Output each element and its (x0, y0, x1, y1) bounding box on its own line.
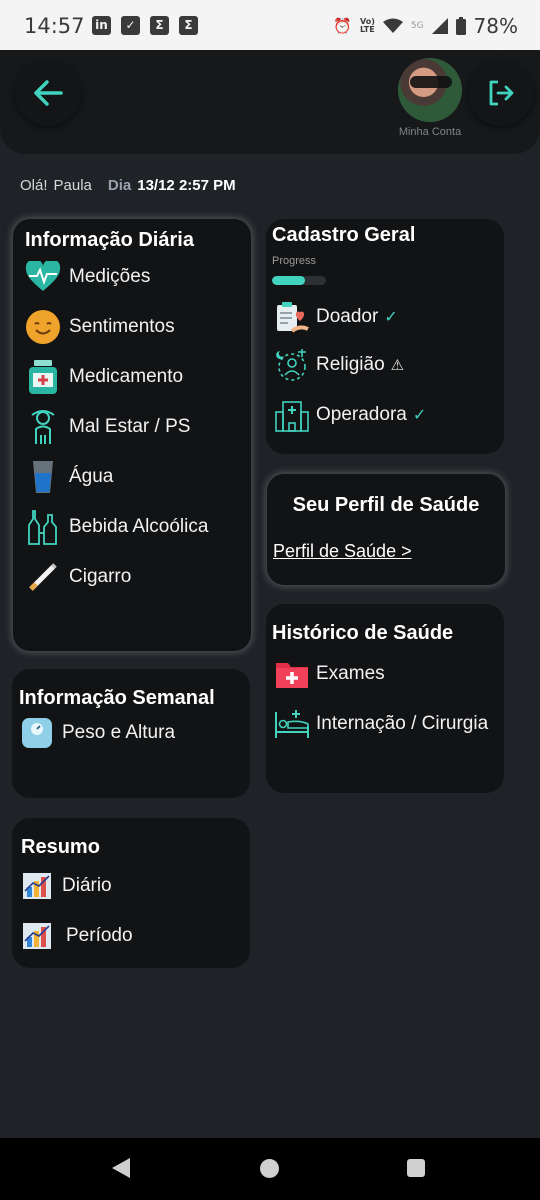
check-icon: ✓ (412, 407, 427, 424)
weekly-item-peso-altura[interactable]: Peso e Altura (20, 715, 175, 751)
daily-item-medicoes[interactable]: Medições (25, 259, 150, 295)
check-icon: ✓ (384, 309, 398, 326)
battery-icon (455, 17, 466, 35)
arrow-left-icon (34, 80, 63, 106)
daily-item-label: Medições (69, 266, 151, 287)
registry-item-label: Religião (316, 354, 385, 375)
weekly-item-label: Peso e Altura (62, 722, 176, 743)
medical-folder-icon (274, 656, 310, 692)
account-label: Minha Conta (398, 126, 462, 138)
daily-item-label: Mal Estar / PS (69, 416, 191, 437)
daily-item-label: Bebida Alcoólica (69, 516, 209, 537)
registry-card: Cadastro Geral Progress Doador ✓ Religiã… (266, 219, 504, 454)
daily-item-medicamento[interactable]: Medicamento (25, 359, 183, 395)
weekly-info-card: Informação Semanal Peso e Altura (12, 669, 250, 798)
summary-item-label: Diário (62, 875, 112, 896)
bottles-icon (25, 509, 61, 545)
daily-item-label: Sentimentos (69, 316, 175, 337)
avatar[interactable] (398, 58, 462, 122)
hospital-building-icon (274, 397, 310, 433)
health-history-title: Histórico de Saúde (272, 622, 454, 644)
summary-item-label: Período (66, 925, 133, 946)
logout-button[interactable] (468, 60, 534, 126)
daily-item-bebida[interactable]: Bebida Alcoólica (25, 509, 208, 545)
signal-icon (431, 18, 448, 34)
volte-indicator: Vo) LTE (360, 18, 375, 34)
nav-back-icon[interactable] (112, 1158, 130, 1178)
medicine-icon (25, 359, 61, 395)
religion-icon (274, 347, 310, 383)
history-item-internacao[interactable]: Internação / Cirurgia (274, 706, 488, 742)
heart-pulse-icon (25, 259, 61, 295)
history-item-label: Exames (316, 663, 385, 684)
scale-icon (20, 715, 54, 751)
summary-item-diario[interactable]: Diário (20, 868, 112, 904)
status-indicators: ⏰ Vo) LTE 5G 78% (333, 14, 518, 38)
battery-level: 78% (473, 14, 518, 38)
avatar-glasses (410, 76, 452, 88)
linkedin-icon: in (92, 16, 111, 35)
donor-icon (274, 299, 310, 335)
bar-chart-icon (20, 868, 54, 904)
alarm-icon: ⏰ (333, 17, 352, 35)
sigma-app-icon: Σ (150, 16, 169, 35)
greeting: Olá! Paula Dia 13/12 2:57 PM (20, 177, 236, 194)
water-glass-icon (25, 459, 61, 495)
nav-home-icon[interactable] (260, 1159, 279, 1178)
progress-bar (272, 276, 326, 285)
bar-chart-icon (20, 918, 54, 954)
registry-item-label: Operadora (316, 404, 407, 425)
nav-recents-icon[interactable] (407, 1159, 425, 1177)
daily-item-mal-estar[interactable]: Mal Estar / PS (25, 409, 190, 445)
account-button[interactable]: Minha Conta (390, 58, 470, 138)
daily-item-cigarro[interactable]: Cigarro (25, 559, 131, 595)
summary-item-periodo[interactable]: Período (20, 918, 133, 954)
daily-item-label: Água (69, 466, 114, 487)
health-profile-title: Seu Perfil de Saúde (292, 494, 480, 516)
weekly-info-title: Informação Semanal (19, 687, 215, 709)
health-history-card: Histórico de Saúde Exames Internação / C… (266, 604, 504, 793)
greeting-name: Paula (53, 177, 92, 194)
back-button[interactable] (15, 60, 81, 126)
wifi-icon (382, 18, 403, 33)
hospital-bed-icon (274, 706, 310, 742)
volte-bottom: LTE (360, 25, 375, 34)
registry-item-operadora[interactable]: Operadora ✓ (274, 397, 426, 433)
status-app-icons: in ✓ Σ Σ (92, 16, 198, 35)
history-item-exames[interactable]: Exames (274, 656, 385, 692)
health-profile-link[interactable]: Perfil de Saúde > (273, 541, 412, 562)
date-label: Dia (107, 177, 132, 194)
greeting-hello: Olá! (20, 177, 48, 194)
daily-item-label: Medicamento (69, 366, 184, 387)
warning-icon: ⚠ (390, 357, 405, 374)
summary-title: Resumo (21, 836, 100, 858)
registry-title: Cadastro Geral (272, 224, 416, 246)
progress-label: Progress (272, 255, 317, 267)
history-item-label: Internação / Cirurgia (316, 713, 489, 734)
system-nav-bar (0, 1138, 540, 1200)
daily-item-label: Cigarro (69, 566, 132, 587)
daily-info-card: Informação Diária Medições Sentimentos M… (12, 218, 252, 652)
signal-label: 5G (410, 21, 424, 31)
progress-fill (272, 276, 306, 285)
status-bar: 14:57 in ✓ Σ Σ ⏰ Vo) LTE 5G 78% (0, 0, 540, 50)
date-value: 13/12 2:57 PM (137, 177, 236, 194)
health-profile-card: Seu Perfil de Saúde Perfil de Saúde > (266, 473, 506, 586)
smiley-icon (25, 309, 61, 345)
daily-item-agua[interactable]: Água (25, 459, 113, 495)
check-app-icon: ✓ (121, 16, 140, 35)
registry-item-doador[interactable]: Doador ✓ (274, 299, 398, 335)
cigarette-icon (25, 559, 61, 595)
logout-icon (489, 80, 514, 106)
daily-item-sentimentos[interactable]: Sentimentos (25, 309, 175, 345)
status-time: 14:57 (24, 14, 85, 38)
sick-person-icon (25, 409, 61, 445)
registry-item-religiao[interactable]: Religião ⚠ (274, 347, 404, 383)
daily-info-title: Informação Diária (25, 229, 194, 251)
registry-item-label: Doador (316, 306, 379, 327)
summary-card: Resumo Diário Período (12, 818, 250, 968)
sigma-app-icon: Σ (179, 16, 198, 35)
